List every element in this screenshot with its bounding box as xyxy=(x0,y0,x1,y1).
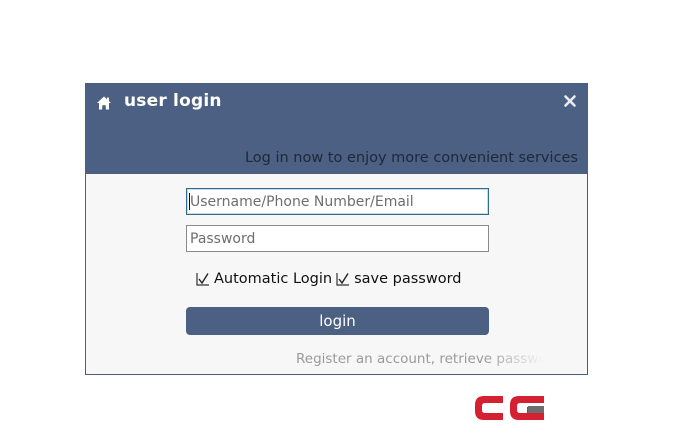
checkbox-checked-icon xyxy=(196,273,209,286)
save-password-label: save password xyxy=(354,271,462,287)
dialog-body: Automatic Login save password login Regi… xyxy=(86,174,587,374)
automatic-login-label: Automatic Login xyxy=(214,271,333,287)
dialog-header: user login Log in now to enjoy more conv… xyxy=(86,84,587,174)
home-icon xyxy=(97,96,111,110)
save-password-checkbox[interactable]: save password xyxy=(336,271,461,287)
username-input[interactable] xyxy=(186,188,489,215)
register-retrieve-link[interactable]: Register an account, retrieve password xyxy=(296,351,544,367)
automatic-login-checkbox[interactable]: Automatic Login xyxy=(196,271,332,287)
checkbox-checked-icon xyxy=(336,273,350,286)
close-icon[interactable] xyxy=(563,94,577,108)
account-links: Register an account, retrieve password xyxy=(296,351,544,374)
screen: user login Log in now to enjoy more conv… xyxy=(0,0,675,439)
dialog-subtitle: Log in now to enjoy more convenient serv… xyxy=(244,150,578,166)
dialog-title: user login xyxy=(124,91,222,111)
cg-logo xyxy=(475,396,544,420)
password-input[interactable] xyxy=(186,225,489,252)
login-dialog: user login Log in now to enjoy more conv… xyxy=(85,83,588,375)
login-options: Automatic Login save password xyxy=(196,269,461,289)
text-caret xyxy=(189,193,190,210)
login-button[interactable]: login xyxy=(186,307,489,335)
